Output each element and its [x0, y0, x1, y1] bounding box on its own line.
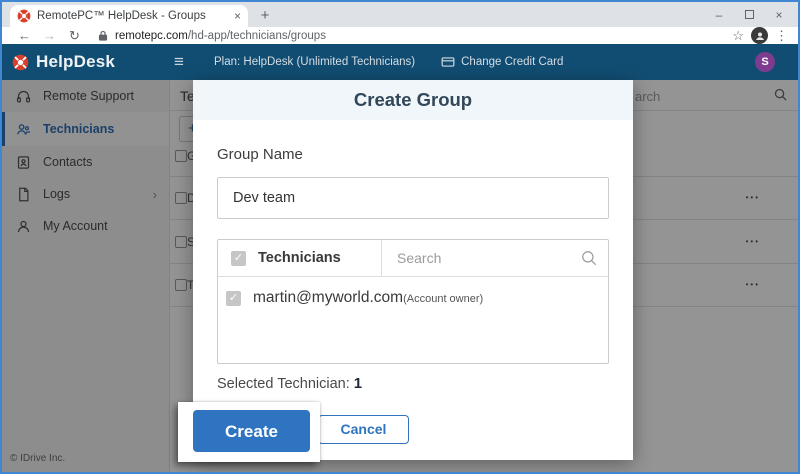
profile-person-icon: [754, 30, 766, 42]
plan-label: Plan: HelpDesk (Unlimited Technicians): [214, 56, 415, 68]
group-name-input[interactable]: [217, 177, 609, 219]
browser-menu-icon[interactable]: ⋮: [775, 28, 788, 44]
create-button-highlight: Create: [178, 402, 320, 462]
bookmark-star-icon[interactable]: ☆: [732, 28, 744, 44]
cancel-button[interactable]: Cancel: [318, 415, 409, 444]
technician-checkbox[interactable]: ✓: [226, 291, 241, 306]
technician-list-item[interactable]: ✓ martin@myworld.com(Account owner): [218, 277, 608, 307]
credit-card-icon: [441, 55, 455, 69]
tab-title: RemotePC™ HelpDesk - Groups: [37, 10, 228, 22]
technician-search-input[interactable]: [395, 249, 580, 267]
brand-name: HelpDesk: [36, 52, 115, 72]
modal-title: Create Group: [354, 89, 472, 111]
technician-note: (Account owner): [403, 293, 483, 305]
tab-close-icon[interactable]: ×: [234, 9, 241, 23]
selected-count: 1: [354, 375, 362, 392]
padlock-icon: [97, 30, 109, 42]
technicians-select-all-checkbox[interactable]: ✓: [231, 251, 246, 266]
change-credit-card-button[interactable]: Change Credit Card: [441, 55, 563, 69]
url-domain: remotepc.com: [115, 30, 188, 42]
user-avatar[interactable]: S: [755, 52, 775, 72]
search-icon[interactable]: [580, 249, 598, 267]
browser-profile-avatar[interactable]: [751, 27, 768, 44]
app-header: HelpDesk ≡ Plan: HelpDesk (Unlimited Tec…: [2, 44, 798, 80]
group-name-label: Group Name: [217, 146, 303, 163]
browser-url-bar: ← → ↻ remotepc.com/hd-app/technicians/gr…: [2, 27, 798, 44]
technicians-header-label: Technicians: [258, 250, 341, 266]
technicians-panel-header: ✓ Technicians: [218, 240, 608, 277]
selected-label: Selected Technician:: [217, 376, 350, 392]
browser-tab-bar: RemotePC™ HelpDesk - Groups × + – ×: [2, 2, 798, 27]
new-tab-button[interactable]: +: [254, 5, 276, 27]
browser-tab[interactable]: RemotePC™ HelpDesk - Groups ×: [10, 5, 248, 27]
technicians-panel: ✓ Technicians ✓ martin@myworld.com(Accou…: [217, 239, 609, 364]
window-minimize-button[interactable]: –: [704, 8, 734, 22]
reload-icon[interactable]: ↻: [62, 28, 87, 44]
window-maximize-button[interactable]: [734, 8, 764, 22]
lifebuoy-logo-icon: [12, 54, 29, 71]
create-button[interactable]: Create: [193, 410, 310, 452]
technician-email: martin@myworld.com: [253, 289, 403, 306]
hamburger-menu-icon[interactable]: ≡: [162, 52, 196, 72]
url-path: /hd-app/technicians/groups: [188, 30, 326, 42]
maximize-icon: [745, 10, 754, 19]
selected-technician-count: Selected Technician:1: [217, 375, 362, 392]
back-icon[interactable]: ←: [12, 28, 37, 43]
site-favicon-icon: [17, 9, 31, 23]
change-credit-card-label: Change Credit Card: [461, 56, 563, 68]
modal-header: Create Group: [193, 80, 633, 120]
helpdesk-logo[interactable]: HelpDesk: [2, 52, 162, 72]
window-close-button[interactable]: ×: [764, 8, 794, 22]
url-text[interactable]: remotepc.com/hd-app/technicians/groups: [115, 30, 326, 42]
forward-icon[interactable]: →: [37, 28, 62, 43]
